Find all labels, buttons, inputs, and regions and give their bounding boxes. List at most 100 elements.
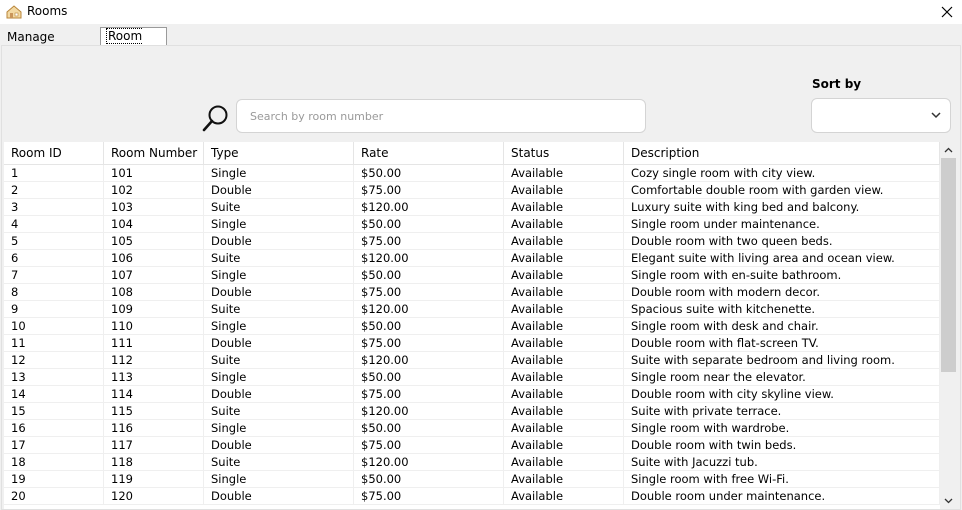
scrollbar-thumb[interactable] (941, 158, 956, 372)
table-row[interactable]: 6 106 Suite $120.00 Available Elegant suite w… (4, 250, 940, 267)
table-row[interactable]: 15 115 Suite $120.00 Available Suite with pri… (4, 403, 940, 420)
table-row[interactable]: 2 102 Double $75.00 Available Comfortable dou… (4, 182, 940, 199)
table-cell: 11 (4, 335, 104, 351)
table-cell: $75.00 (354, 386, 504, 402)
table-cell: 102 (104, 182, 204, 198)
table-cell: Available (504, 250, 624, 266)
table-cell: Spacious suite with kitchenette. (624, 301, 940, 317)
table-cell: 15 (4, 403, 104, 419)
table-cell: 2 (4, 182, 104, 198)
table-cell: Single room near the elevator. (624, 369, 940, 385)
column-header[interactable]: Description (624, 142, 940, 164)
table-row[interactable]: 19 119 Single $50.00 Available Single room wi… (4, 471, 940, 488)
vertical-scrollbar[interactable] (940, 142, 957, 509)
sort-dropdown[interactable] (811, 98, 951, 133)
table-cell: 17 (4, 437, 104, 453)
search-input[interactable] (248, 100, 642, 132)
column-header[interactable]: Status (504, 142, 624, 164)
table-row[interactable]: 8 108 Double $75.00 Available Double room wit… (4, 284, 940, 301)
table-cell: $75.00 (354, 437, 504, 453)
scroll-up-icon[interactable] (940, 142, 957, 159)
table-cell: $75.00 (354, 182, 504, 198)
table-cell: 5 (4, 233, 104, 249)
table-cell: 1 (4, 165, 104, 181)
table-cell: Double room under maintenance. (624, 488, 940, 504)
table-row[interactable]: 4 104 Single $50.00 Available Single room und… (4, 216, 940, 233)
table-cell: 107 (104, 267, 204, 283)
table-row[interactable]: 5 105 Double $75.00 Available Double room wit… (4, 233, 940, 250)
tab-manage-rooms[interactable]: Manage Rooms (2, 29, 98, 61)
table-cell: Cozy single room with city view. (624, 165, 940, 181)
table-row[interactable]: 13 113 Single $50.00 Available Single room ne… (4, 369, 940, 386)
search-icon[interactable] (202, 104, 230, 132)
table-cell: Available (504, 471, 624, 487)
table-row[interactable]: 12 112 Suite $120.00 Available Suite with sep… (4, 352, 940, 369)
table-cell: Single room with desk and chair. (624, 318, 940, 334)
table-cell: 119 (104, 471, 204, 487)
column-header[interactable]: Room ID (4, 142, 104, 164)
column-header[interactable]: Type (204, 142, 354, 164)
table-cell: Available (504, 267, 624, 283)
table-row[interactable]: 3 103 Suite $120.00 Available Luxury suite wi… (4, 199, 940, 216)
table-cell: Suite with Jacuzzi tub. (624, 454, 940, 470)
scroll-down-icon[interactable] (940, 492, 957, 509)
table-cell: Available (504, 403, 624, 419)
close-button[interactable] (932, 0, 962, 24)
table-row[interactable]: 20 120 Double $75.00 Available Double room un… (4, 488, 940, 505)
table-cell: Double (204, 233, 354, 249)
table-cell: $50.00 (354, 420, 504, 436)
table-cell: $75.00 (354, 488, 504, 504)
table-row[interactable]: 9 109 Suite $120.00 Available Spacious suite … (4, 301, 940, 318)
table-cell: Available (504, 165, 624, 181)
table-cell: Single (204, 420, 354, 436)
table-cell: Single (204, 369, 354, 385)
table-cell: 6 (4, 250, 104, 266)
table-cell: Suite (204, 301, 354, 317)
table-cell: 118 (104, 454, 204, 470)
table-cell: $120.00 (354, 301, 504, 317)
rooms-table[interactable]: Room ID Room Number Type Rate Status Descript… (4, 142, 940, 509)
table-cell: Single room with en-suite bathroom. (624, 267, 940, 283)
table-cell: 19 (4, 471, 104, 487)
column-header[interactable]: Room Number (104, 142, 204, 164)
table-row[interactable]: 7 107 Single $50.00 Available Single room wit… (4, 267, 940, 284)
table-cell: 8 (4, 284, 104, 300)
table-row[interactable]: 14 114 Double $75.00 Available Double room wi… (4, 386, 940, 403)
tab-room-list[interactable]: Room List (100, 27, 167, 61)
table-cell: Single room with free Wi-Fi. (624, 471, 940, 487)
table-cell: Single (204, 267, 354, 283)
table-row[interactable]: 11 111 Double $75.00 Available Double room wi… (4, 335, 940, 352)
chevron-down-icon (931, 112, 941, 119)
table-cell: Available (504, 386, 624, 402)
table-row[interactable]: 17 117 Double $75.00 Available Double room wi… (4, 437, 940, 454)
table-cell: 20 (4, 488, 104, 504)
table-row[interactable]: 10 110 Single $50.00 Available Single room wi… (4, 318, 940, 335)
column-header[interactable]: Rate (354, 142, 504, 164)
table-cell: 112 (104, 352, 204, 368)
table-cell: Elegant suite with living area and ocean… (624, 250, 940, 266)
table-cell: 120 (104, 488, 204, 504)
table-cell: Available (504, 335, 624, 351)
table-cell: Available (504, 301, 624, 317)
table-cell: Suite (204, 352, 354, 368)
table-row[interactable]: 18 118 Suite $120.00 Available Suite with Jac… (4, 454, 940, 471)
table-cell: Double room with twin beds. (624, 437, 940, 453)
table-cell: Available (504, 233, 624, 249)
table-cell: $50.00 (354, 369, 504, 385)
table-cell: Double (204, 284, 354, 300)
table-cell: Double room with modern decor. (624, 284, 940, 300)
table-cell: Available (504, 437, 624, 453)
table-cell: Single room under maintenance. (624, 216, 940, 232)
table-cell: $75.00 (354, 284, 504, 300)
table-cell: 104 (104, 216, 204, 232)
table-row[interactable]: 1 101 Single $50.00 Available Cozy single roo… (4, 165, 940, 182)
table-cell: Suite (204, 403, 354, 419)
table-cell: Available (504, 352, 624, 368)
table-row[interactable]: 16 116 Single $50.00 Available Single room wi… (4, 420, 940, 437)
table-cell: Available (504, 216, 624, 232)
table-cell: Available (504, 182, 624, 198)
table-cell: Available (504, 318, 624, 334)
table-cell: Double (204, 437, 354, 453)
table-cell: 12 (4, 352, 104, 368)
table-cell: Available (504, 284, 624, 300)
